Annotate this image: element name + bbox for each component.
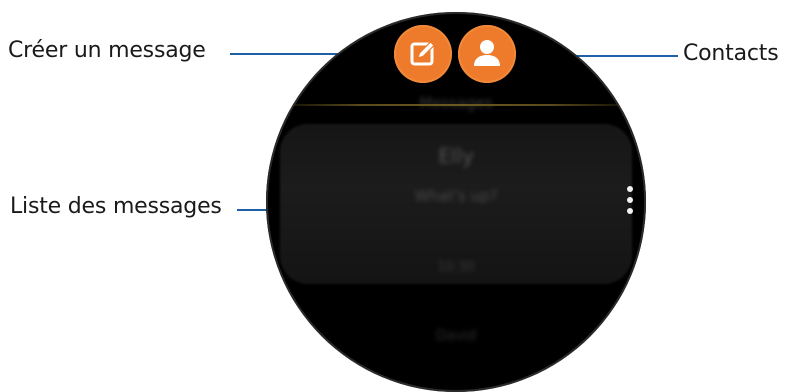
header-divider xyxy=(266,104,646,106)
compose-icon xyxy=(410,41,435,66)
message-time: 10:30 xyxy=(437,260,475,275)
compose-callout-label: Créer un message xyxy=(8,38,206,63)
contacts-callout-label: Contacts xyxy=(683,41,779,66)
contacts-button[interactable] xyxy=(458,25,516,83)
message-sender[interactable]: Elly xyxy=(266,144,646,168)
list-item[interactable]: David xyxy=(266,328,646,344)
more-options-icon[interactable] xyxy=(626,186,634,220)
message-preview[interactable]: What's up? xyxy=(266,187,646,205)
message-list-callout-label: Liste des messages xyxy=(10,194,222,219)
contact-icon xyxy=(474,40,500,66)
compose-button[interactable] xyxy=(394,25,452,83)
watch-screen: Messages Elly What's up? 10:30 David xyxy=(266,12,646,392)
screen-title: Messages xyxy=(419,94,493,112)
